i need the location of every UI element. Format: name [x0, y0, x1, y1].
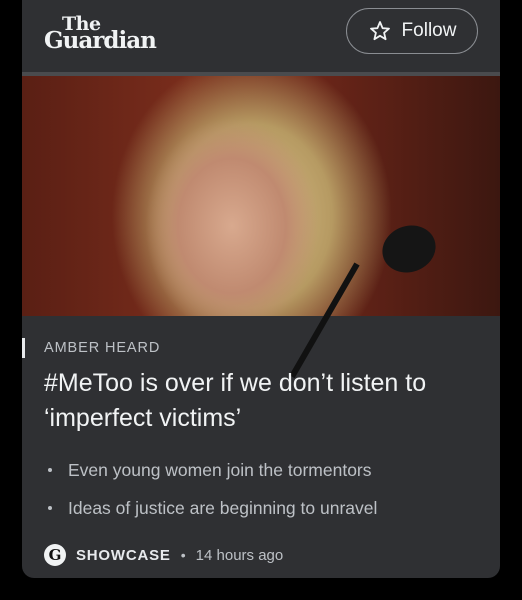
tag-indicator — [22, 338, 25, 358]
article-headline[interactable]: #MeToo is over if we don’t listen to ‘im… — [44, 366, 484, 436]
bullet-text: Even young women join the tormentors — [68, 460, 372, 480]
article-photo[interactable] — [22, 76, 500, 379]
timestamp: 14 hours ago — [195, 546, 284, 564]
article-bullets: Even young women join the tormentors Ide… — [44, 458, 484, 534]
bullet-dot-icon — [48, 468, 52, 472]
card-header: The Guardian Follow — [22, 0, 500, 72]
source-label[interactable]: SHOWCASE — [76, 547, 171, 564]
follow-button[interactable]: Follow — [346, 8, 478, 54]
follow-label: Follow — [401, 20, 457, 41]
guardian-g-icon: G — [44, 544, 66, 566]
separator: • — [180, 547, 186, 563]
bullet-dot-icon — [48, 506, 52, 510]
star-outline-icon — [369, 21, 390, 41]
microphone-icon — [375, 218, 443, 280]
bullet-item[interactable]: Ideas of justice are beginning to unrave… — [44, 496, 484, 534]
news-card[interactable]: The Guardian Follow AMBER HEARD #MeToo i… — [22, 0, 500, 578]
microphone-stem — [289, 262, 360, 379]
bullet-text: Ideas of justice are beginning to unrave… — [68, 498, 378, 518]
bullet-item[interactable]: Even young women join the tormentors — [44, 458, 484, 496]
logo-line-2: Guardian — [44, 27, 157, 54]
article-footer: G SHOWCASE • 14 hours ago — [44, 542, 283, 568]
publisher-logo[interactable]: The Guardian — [44, 14, 157, 54]
article-tag[interactable]: AMBER HEARD — [44, 340, 160, 356]
